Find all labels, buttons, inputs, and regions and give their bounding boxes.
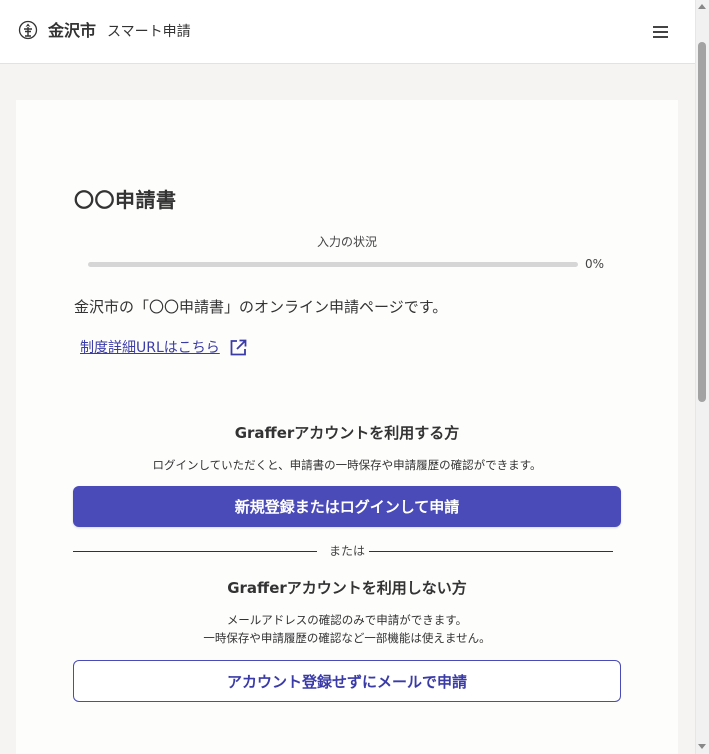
hamburger-menu-button[interactable] <box>648 20 672 42</box>
without-account-heading: Grafferアカウントを利用しない方 <box>227 579 467 597</box>
application-card: 〇〇申請書 入力の状況 0% 金沢市の「〇〇申請書」のオンライン申請ページです。… <box>16 100 678 754</box>
service-name: スマート申請 <box>107 24 191 40</box>
with-account-heading: Grafferアカウントを利用する方 <box>234 424 460 442</box>
page: 金沢市 スマート申請 〇〇申請書 入力の状況 0% 金沢市の「〇〇申請書」のオン… <box>0 0 695 754</box>
scroll-down-arrow-icon[interactable] <box>698 744 706 749</box>
page-title: 〇〇申請書 <box>74 188 177 212</box>
login-and-apply-button[interactable]: 新規登録またはログインして申請 <box>73 486 621 527</box>
progress-percent: 0% <box>585 257 605 271</box>
progress-label: 入力の状況 <box>316 235 377 249</box>
hamburger-menu-icon <box>653 26 668 28</box>
app-header: 金沢市 スマート申請 <box>0 0 695 64</box>
detail-url-link[interactable]: 制度詳細URLはこちら <box>80 337 248 359</box>
divider-line-right <box>369 551 613 552</box>
external-link-icon <box>230 339 247 356</box>
apply-by-email-button[interactable]: アカウント登録せずにメールで申請 <box>73 660 621 702</box>
scrollbar-thumb[interactable] <box>698 42 706 402</box>
detail-url-link-label: 制度詳細URLはこちら <box>80 340 220 356</box>
city-name[interactable]: 金沢市 <box>48 20 96 42</box>
without-account-description-line2: 一時保存や申請履歴の確認など一部機能は使えません。 <box>203 631 491 645</box>
scroll-up-arrow-icon[interactable] <box>698 4 706 9</box>
without-account-description-line1: メールアドレスの確認のみで申請ができます。 <box>226 613 468 627</box>
progress-bar <box>88 262 578 267</box>
with-account-description: ログインしていただくと、申請書の一時保存や申請履歴の確認ができます。 <box>152 458 542 472</box>
intro-text: 金沢市の「〇〇申請書」のオンライン申請ページです。 <box>74 298 448 316</box>
city-emblem-icon <box>18 20 38 40</box>
vertical-scrollbar[interactable] <box>695 0 709 754</box>
